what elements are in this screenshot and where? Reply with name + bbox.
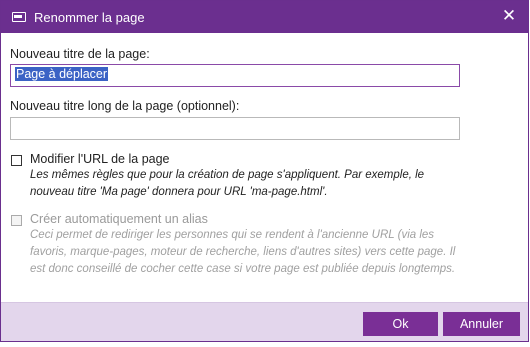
modify-url-label[interactable]: Modifier l'URL de la page [30,152,460,166]
create-alias-help: Ceci permet de rediriger les personnes q… [30,229,456,275]
title-field-label: Nouveau titre de la page: [10,47,150,61]
long-title-field-label: Nouveau titre long de la page (optionnel… [10,99,240,113]
title-input[interactable]: Page à déplacer [10,64,460,87]
modify-url-checkbox[interactable] [11,155,22,166]
dialog-footer: Ok Annuler [1,302,528,341]
modify-url-help: Les mêmes règles que pour la création de… [30,169,425,198]
cancel-button[interactable]: Annuler [443,312,520,336]
rename-page-dialog: Renommer la page ✕ Nouveau titre de la p… [0,0,529,342]
window-icon [12,12,26,22]
create-alias-checkbox [11,215,22,226]
ok-button[interactable]: Ok [363,312,438,336]
create-alias-label: Créer automatiquement un alias [30,212,208,226]
modify-url-option: Modifier l'URL de la page Les mêmes règl… [11,152,460,201]
title-input-value: Page à déplacer [15,67,109,81]
long-title-input[interactable] [10,117,460,140]
dialog-titlebar: Renommer la page ✕ [1,1,528,33]
close-icon[interactable]: ✕ [500,7,518,25]
create-alias-option: Créer automatiquement un alias Ceci perm… [11,212,460,278]
dialog-title: Renommer la page [34,9,145,25]
